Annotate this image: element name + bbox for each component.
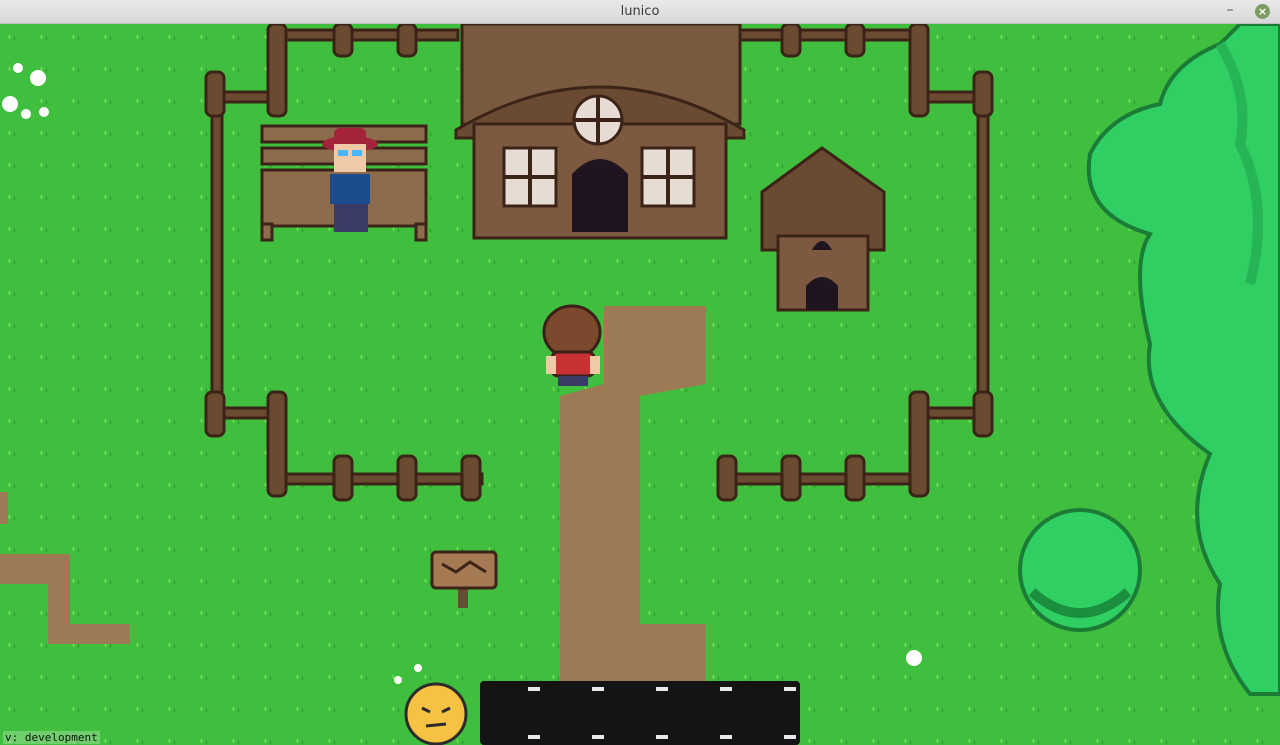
farmhouse xyxy=(454,24,746,240)
inventory-slot-5-bottom-marker[interactable] xyxy=(784,735,796,739)
neutral-face-icon xyxy=(404,682,468,745)
title-bar[interactable]: lunico – × xyxy=(0,0,1280,24)
inventory-slot-1-marker[interactable] xyxy=(528,687,540,691)
game-viewport[interactable]: v: development xyxy=(0,24,1280,745)
minimize-button[interactable]: – xyxy=(1222,3,1238,19)
inventory-slot-5-marker[interactable] xyxy=(784,687,796,691)
inventory-slot-3-marker[interactable] xyxy=(656,687,668,691)
inventory-bar[interactable] xyxy=(480,681,800,745)
close-button[interactable]: × xyxy=(1255,4,1270,19)
player-character[interactable] xyxy=(542,304,602,386)
wooden-sign[interactable] xyxy=(430,550,498,608)
version-label: v: development xyxy=(3,731,100,744)
game-scene xyxy=(0,24,1280,696)
game-window: lunico – × v: development xyxy=(0,0,1280,745)
inventory-slot-2-marker[interactable] xyxy=(592,687,604,691)
inventory-slot-1-bottom-marker[interactable] xyxy=(528,735,540,739)
inventory-slot-4-marker[interactable] xyxy=(720,687,732,691)
inventory-slot-4-bottom-marker[interactable] xyxy=(720,735,732,739)
inventory-slot-3-bottom-marker[interactable] xyxy=(656,735,668,739)
inventory-slot-2-bottom-marker[interactable] xyxy=(592,735,604,739)
window-title: lunico xyxy=(620,4,660,19)
dog-house xyxy=(760,146,886,312)
bush-tree xyxy=(1018,508,1142,632)
